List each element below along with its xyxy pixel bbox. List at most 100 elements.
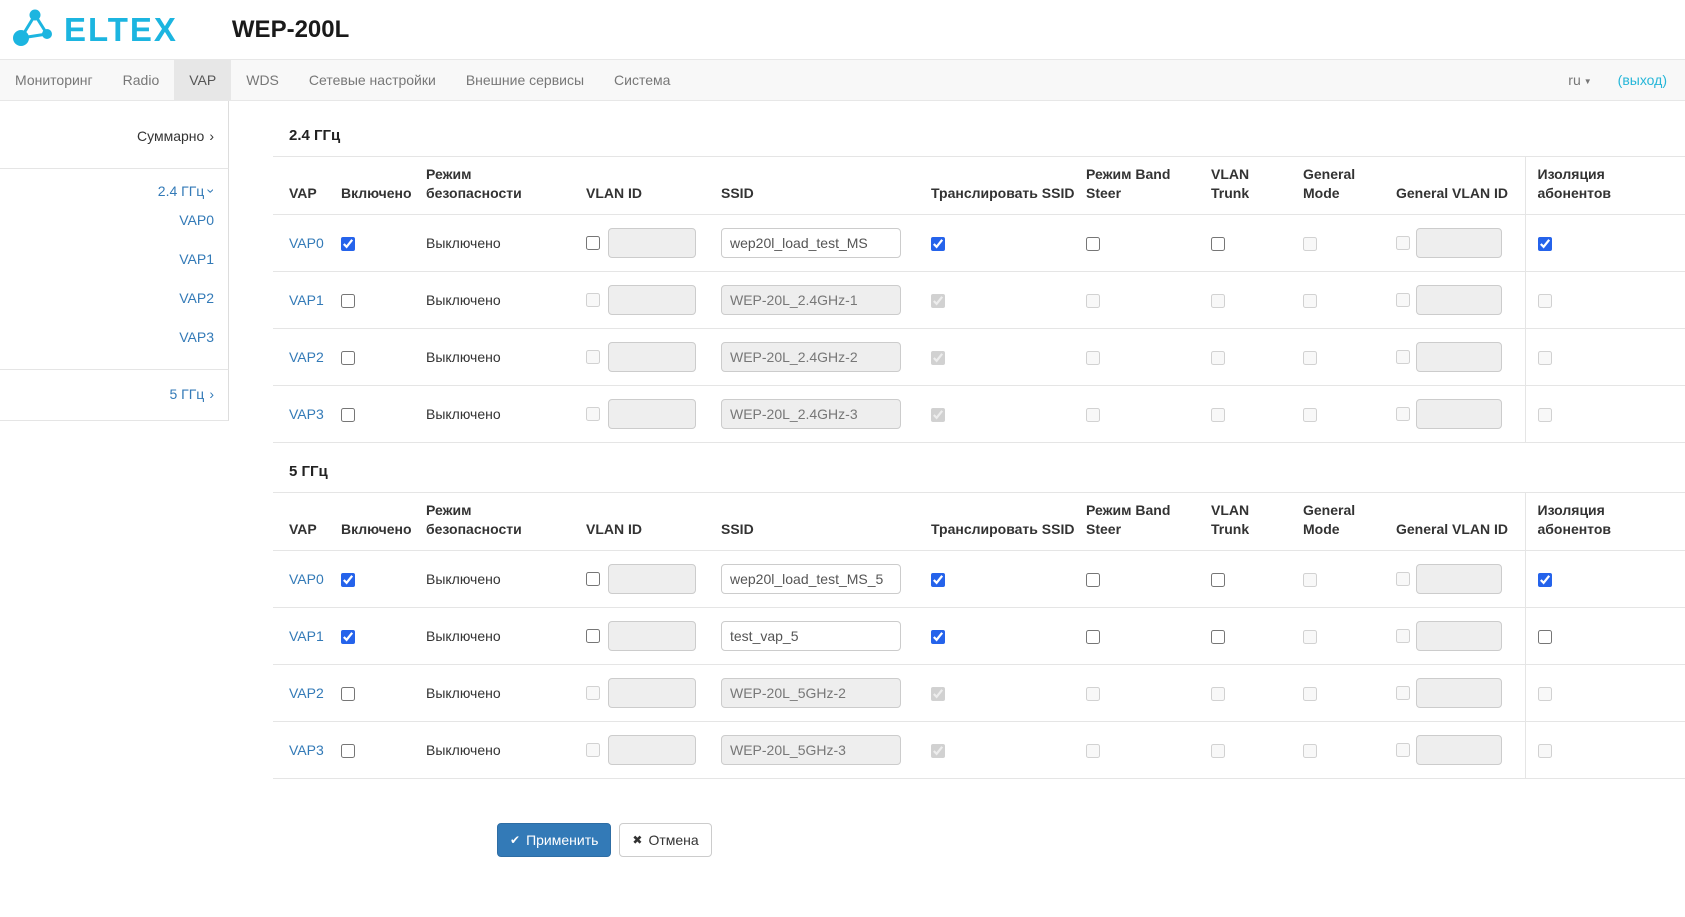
table-header-row: VAPВключеноРежим безопасностиVLAN IDSSID…: [273, 493, 1685, 551]
column-header: VAP: [273, 493, 341, 551]
band-section: 5 ГГц VAPВключеноРежим безопасностиVLAN …: [273, 463, 1685, 779]
security-mode-label: Выключено: [426, 571, 501, 587]
enabled-checkbox[interactable]: [341, 237, 355, 251]
vap-link[interactable]: VAP1: [289, 628, 324, 644]
sidebar-item-band-2-4[interactable]: 2.4 ГГц›: [0, 181, 214, 201]
column-header: Транслировать SSID: [931, 493, 1086, 551]
vap-link[interactable]: VAP3: [289, 406, 324, 422]
vap-link[interactable]: VAP0: [289, 571, 324, 587]
enabled-checkbox[interactable]: [341, 351, 355, 365]
vlan-id-checkbox[interactable]: [586, 629, 600, 643]
sidebar-item-2-4-vap3[interactable]: VAP3: [0, 318, 214, 357]
sidebar-item-band-5[interactable]: 5 ГГц›: [0, 384, 214, 404]
enabled-checkbox[interactable]: [341, 630, 355, 644]
band-title: 5 ГГц: [273, 463, 1685, 493]
sidebar-item-2-4-vap1[interactable]: VAP1: [0, 240, 214, 279]
column-header: Включено: [341, 493, 426, 551]
vlan-id-input: [608, 621, 696, 651]
nav-tab-external-services[interactable]: Внешние сервисы: [451, 60, 599, 100]
cancel-button[interactable]: ✖ Отмена: [619, 823, 711, 857]
band-steer-checkbox[interactable]: [1086, 573, 1100, 587]
enabled-checkbox[interactable]: [341, 687, 355, 701]
vlan-id-input: [608, 399, 696, 429]
column-header: VLAN ID: [586, 493, 721, 551]
vlan-trunk-checkbox: [1211, 294, 1225, 308]
general-vlan-input: [1416, 735, 1502, 765]
isolation-checkbox[interactable]: [1538, 573, 1552, 587]
chevron-right-icon: ›: [209, 126, 214, 146]
column-header: VAP: [273, 157, 341, 215]
vlan-id-input: [608, 228, 696, 258]
band-sections: 2.4 ГГц VAPВключеноРежим безопасностиVLA…: [273, 127, 1685, 779]
vlan-id-checkbox[interactable]: [586, 236, 600, 250]
general-mode-checkbox: [1303, 687, 1317, 701]
nav-tab-wds[interactable]: WDS: [231, 60, 294, 100]
nav-tab-network-settings[interactable]: Сетевые настройки: [294, 60, 451, 100]
ssid-input: [721, 399, 901, 429]
general-vlan-input: [1416, 564, 1502, 594]
vap-row-vap2: VAP2 Выключено: [273, 665, 1685, 722]
enabled-checkbox[interactable]: [341, 573, 355, 587]
column-header: Изоляция абонентов: [1525, 493, 1685, 551]
column-header: General VLAN ID: [1396, 493, 1525, 551]
general-vlan-checkbox: [1396, 629, 1410, 643]
general-vlan-input: [1416, 342, 1502, 372]
band-steer-checkbox[interactable]: [1086, 630, 1100, 644]
vap-link[interactable]: VAP2: [289, 685, 324, 701]
sidebar-item-summary[interactable]: Суммарно›: [0, 126, 214, 146]
security-mode-label: Выключено: [426, 292, 501, 308]
vlan-trunk-checkbox[interactable]: [1211, 630, 1225, 644]
nav-tab-system[interactable]: Система: [599, 60, 685, 100]
column-header: Транслировать SSID: [931, 157, 1086, 215]
vap-link[interactable]: VAP1: [289, 292, 324, 308]
broadcast-ssid-checkbox[interactable]: [931, 630, 945, 644]
vap-link[interactable]: VAP3: [289, 742, 324, 758]
ssid-input[interactable]: [721, 564, 901, 594]
vlan-trunk-checkbox[interactable]: [1211, 237, 1225, 251]
sidebar-item-2-4-vap0[interactable]: VAP0: [0, 201, 214, 240]
nav-tab-radio[interactable]: Radio: [108, 60, 175, 100]
sidebar-group-band-2-4: 2.4 ГГц› VAP0 VAP1VAP2 VAP3: [0, 169, 229, 370]
isolation-checkbox[interactable]: [1538, 630, 1552, 644]
security-mode-label: Выключено: [426, 349, 501, 365]
eltex-logo[interactable]: ELTEX: [10, 6, 178, 53]
general-vlan-input: [1416, 399, 1502, 429]
vlan-id-checkbox: [586, 743, 600, 757]
isolation-checkbox: [1538, 744, 1552, 758]
logout-link[interactable]: (выход): [1618, 72, 1667, 88]
sidebar-item-label: VAP3: [179, 329, 214, 345]
sidebar-item-label: VAP0: [179, 212, 214, 228]
vap-link[interactable]: VAP0: [289, 235, 324, 251]
sidebar-item-2-4-vap2[interactable]: VAP2: [0, 279, 214, 318]
enabled-checkbox[interactable]: [341, 294, 355, 308]
sidebar-summary-block: Суммарно›: [0, 101, 229, 169]
page-layout: Суммарно›2.4 ГГц›VAP0VAP1VAP2VAP35 ГГц› …: [0, 101, 1685, 917]
apply-button[interactable]: ✔ Применить: [497, 823, 611, 857]
chevron-down-icon: ›: [202, 189, 222, 194]
band-steer-checkbox: [1086, 294, 1100, 308]
check-icon: ✔: [510, 834, 520, 846]
vlan-trunk-checkbox[interactable]: [1211, 573, 1225, 587]
x-icon: ✖: [632, 834, 642, 846]
sidebar-item-label: 5 ГГц: [169, 386, 204, 402]
vlan-id-checkbox[interactable]: [586, 572, 600, 586]
vlan-id-input: [608, 285, 696, 315]
isolation-checkbox: [1538, 294, 1552, 308]
band-steer-checkbox: [1086, 744, 1100, 758]
column-header: Режим Band Steer: [1086, 493, 1211, 551]
enabled-checkbox[interactable]: [341, 408, 355, 422]
ssid-input[interactable]: [721, 621, 901, 651]
nav-tab-monitoring[interactable]: Мониторинг: [0, 60, 108, 100]
table-header-row: VAPВключеноРежим безопасностиVLAN IDSSID…: [273, 157, 1685, 215]
band-steer-checkbox[interactable]: [1086, 237, 1100, 251]
column-header: Режим безопасности: [426, 493, 586, 551]
nav-tab-vap[interactable]: VAP: [174, 60, 231, 100]
vap-link[interactable]: VAP2: [289, 349, 324, 365]
ssid-input[interactable]: [721, 228, 901, 258]
broadcast-ssid-checkbox[interactable]: [931, 237, 945, 251]
language-dropdown[interactable]: ru▼: [1568, 72, 1591, 88]
enabled-checkbox[interactable]: [341, 744, 355, 758]
apply-button-label: Применить: [526, 832, 598, 848]
isolation-checkbox[interactable]: [1538, 237, 1552, 251]
broadcast-ssid-checkbox[interactable]: [931, 573, 945, 587]
